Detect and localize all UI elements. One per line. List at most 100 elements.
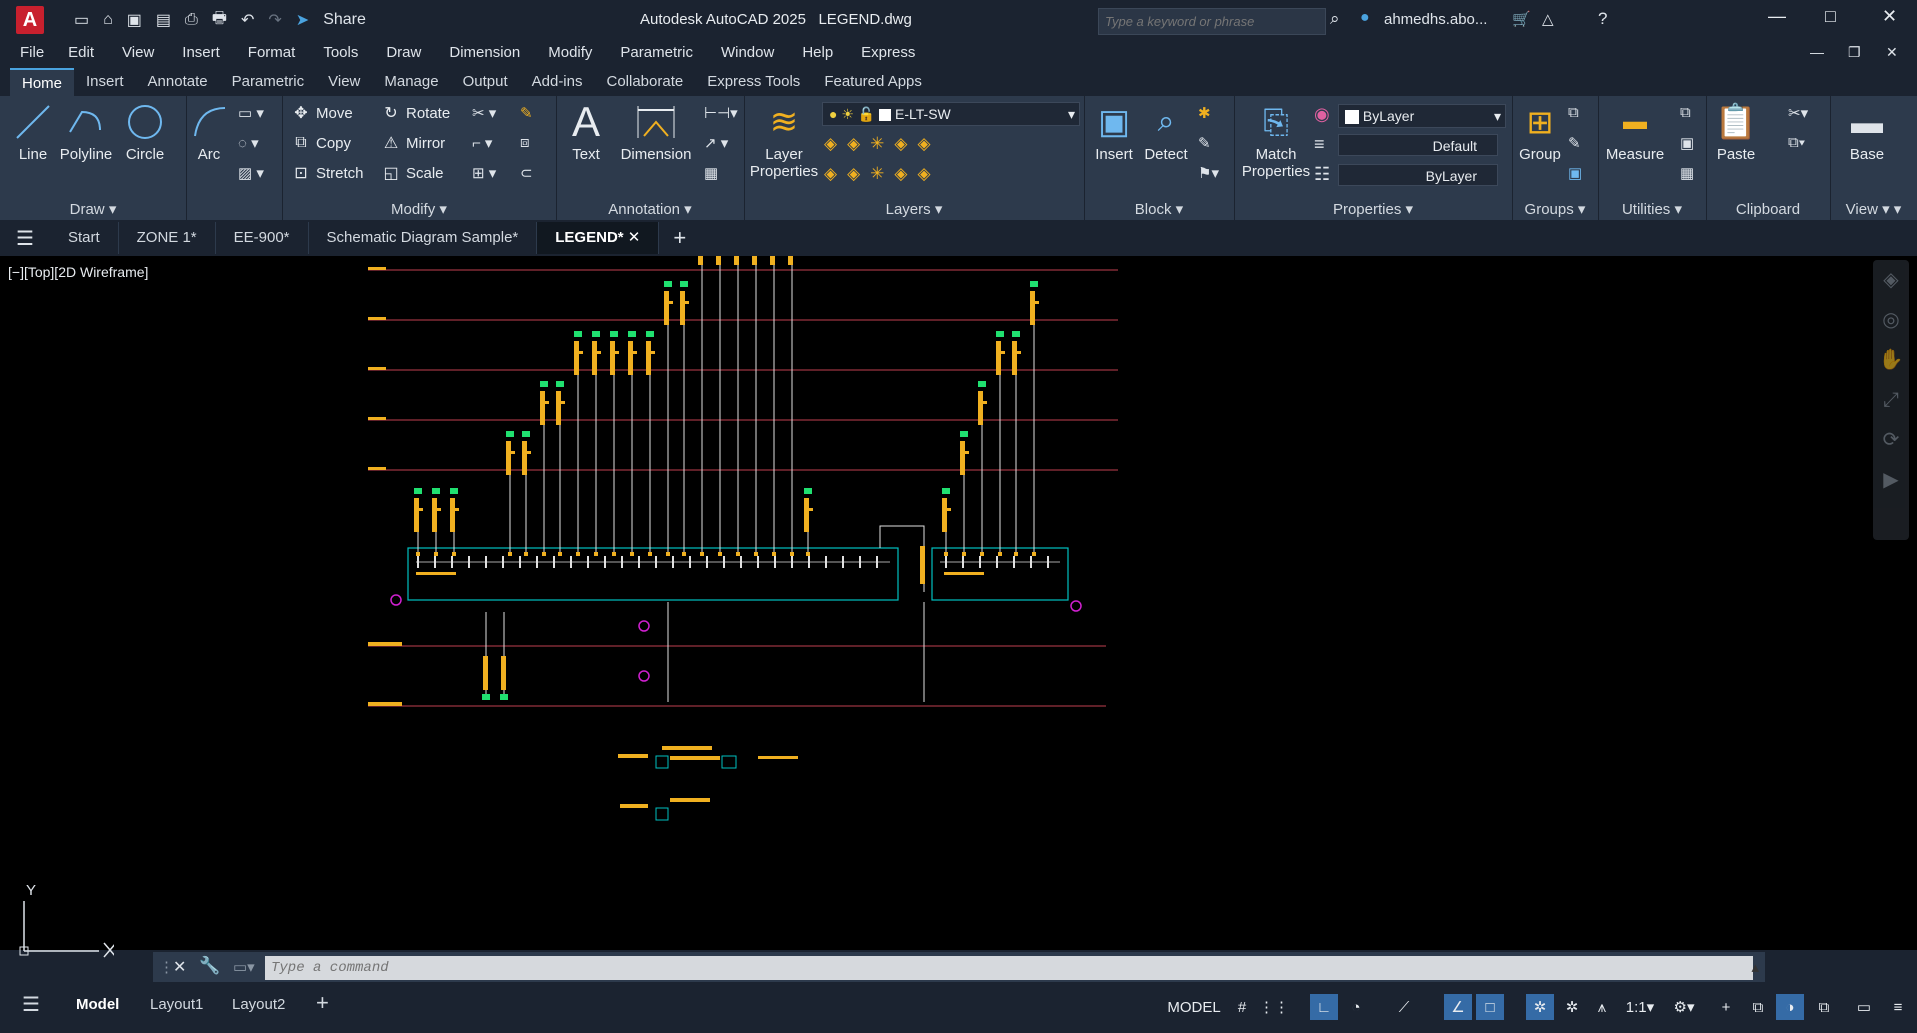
command-input[interactable]: [265, 956, 1753, 980]
layout-tab-model[interactable]: Model: [76, 996, 119, 1013]
array-icon[interactable]: ⊞ ▾: [472, 164, 496, 182]
model-space-button[interactable]: MODEL: [1166, 994, 1222, 1020]
annotation-panel-title[interactable]: Annotation: [608, 201, 680, 218]
showmotion-icon[interactable]: ▶: [1873, 460, 1909, 500]
lineweight-icon[interactable]: ≡: [1314, 134, 1325, 155]
navigation-bar[interactable]: ◈ ◎ ✋ ⤢ ⟳ ▶: [1873, 260, 1909, 540]
view-panel-title[interactable]: View: [1846, 201, 1878, 218]
move-button[interactable]: ✥ Move: [292, 104, 352, 123]
menu-item-window[interactable]: Window: [707, 40, 788, 66]
ribbon-tab-collaborate[interactable]: Collaborate: [594, 68, 695, 96]
group-button[interactable]: ⊞ Group: [1516, 100, 1564, 163]
groups-panel-title[interactable]: Groups: [1525, 201, 1574, 218]
ortho-icon[interactable]: ∟: [1310, 994, 1338, 1020]
isolate-icon[interactable]: ⧉: [1744, 994, 1772, 1020]
add-scale-icon[interactable]: +: [1712, 994, 1740, 1020]
cut-icon[interactable]: ✂▾: [1788, 104, 1808, 122]
layer-properties-button[interactable]: ≋ Layer Properties: [748, 100, 820, 181]
menu-item-format[interactable]: Format: [234, 40, 310, 66]
menu-item-help[interactable]: Help: [788, 40, 847, 66]
hamburger-icon[interactable]: ☰: [0, 226, 50, 251]
share-button[interactable]: Share: [323, 11, 366, 29]
drawing-canvas[interactable]: [−][Top][2D Wireframe] ◈ ◎ ✋ ⤢ ⟳ ▶ Y: [0, 256, 1917, 958]
customize-icon[interactable]: 🔧: [199, 956, 220, 976]
snap-icon[interactable]: ⋮⋮: [1259, 994, 1289, 1020]
annotation-visibility-icon[interactable]: ✲: [1526, 994, 1554, 1020]
ribbon-tab-home[interactable]: Home: [10, 68, 75, 96]
file-tab-5[interactable]: LEGEND* ✕: [537, 222, 660, 254]
base-button[interactable]: ▬ Base: [1842, 100, 1892, 164]
close-cmd-icon[interactable]: ✕: [173, 957, 186, 977]
search-input[interactable]: [1099, 9, 1322, 34]
object-snap-tracking-icon[interactable]: ∠: [1444, 994, 1472, 1020]
expand-history-icon[interactable]: ▴: [1751, 958, 1759, 976]
layer-tools-row1[interactable]: ◈◈✳◈◈: [824, 134, 941, 154]
attribute-icon[interactable]: ⚑▾: [1198, 164, 1219, 182]
quick-select-icon[interactable]: ⧉: [1680, 104, 1691, 121]
hardware-acceleration-icon[interactable]: ◑: [1776, 994, 1804, 1020]
autoscale-icon[interactable]: ✲: [1558, 994, 1586, 1020]
detect-button[interactable]: ⌕ Detect: [1138, 100, 1194, 163]
match-properties-button[interactable]: ⎘ Match Properties: [1240, 100, 1312, 181]
share-icon[interactable]: ➤: [296, 10, 309, 30]
layer-tools-row2[interactable]: ◈◈✳◈◈: [824, 164, 941, 184]
file-tab-2[interactable]: ZONE 1*: [119, 222, 216, 254]
polar-icon[interactable]: ◔: [1342, 994, 1370, 1020]
orbit-icon[interactable]: ⟳: [1873, 420, 1909, 460]
ribbon-tab-output[interactable]: Output: [451, 68, 520, 96]
create-block-icon[interactable]: ✱: [1198, 104, 1211, 122]
properties-panel-title[interactable]: Properties: [1333, 201, 1401, 218]
color-dropdown[interactable]: ByLayer ▾: [1338, 104, 1506, 128]
menu-item-tools[interactable]: Tools: [309, 40, 372, 66]
offset-icon[interactable]: ⊂: [520, 164, 533, 182]
user-name[interactable]: ahmedhs.abo...: [1384, 11, 1487, 28]
scale-dropdown[interactable]: 1:1 ▾: [1620, 994, 1660, 1020]
help-icon[interactable]: ?: [1598, 9, 1607, 29]
new-icon[interactable]: ▭: [74, 10, 89, 30]
print-icon[interactable]: 🖶: [212, 7, 227, 34]
layers-panel-title[interactable]: Layers: [886, 201, 931, 218]
ungroup-icon[interactable]: ⧉: [1568, 104, 1579, 121]
gradient-icon[interactable]: ▨ ▾: [238, 164, 264, 182]
doc-minimize-icon[interactable]: —: [1810, 44, 1824, 60]
close-icon[interactable]: ✕: [1882, 6, 1897, 27]
group-select-icon[interactable]: ▣: [1568, 164, 1582, 182]
dimension-button[interactable]: Dimension: [616, 100, 696, 163]
ribbon-tab-insert[interactable]: Insert: [74, 68, 136, 96]
ribbon-tab-manage[interactable]: Manage: [372, 68, 450, 96]
autocad-logo[interactable]: A: [16, 6, 44, 34]
menu-item-view[interactable]: View: [108, 40, 168, 66]
table-icon[interactable]: ▦: [704, 164, 718, 182]
lineweight-dropdown[interactable]: Default: [1338, 134, 1498, 156]
erase-icon[interactable]: ✎: [520, 104, 533, 122]
rectangle-icon[interactable]: ▭ ▾: [238, 104, 264, 122]
group-edit-icon[interactable]: ✎: [1568, 134, 1581, 152]
ribbon-tab-add-ins[interactable]: Add-ins: [520, 68, 595, 96]
file-tab-1[interactable]: Start: [50, 222, 119, 254]
calculator-icon[interactable]: ▦: [1680, 164, 1694, 182]
file-tab-4[interactable]: Schematic Diagram Sample*: [309, 222, 538, 254]
ribbon-tab-featured-apps[interactable]: Featured Apps: [812, 68, 934, 96]
plot-icon[interactable]: ⎙: [185, 11, 198, 29]
close-tab-icon[interactable]: ✕: [624, 229, 641, 246]
undo-icon[interactable]: ↶: [241, 10, 254, 30]
doc-close-icon[interactable]: ✕: [1886, 44, 1898, 61]
clipboard-panel-title[interactable]: Clipboard: [1736, 201, 1800, 218]
scale-button[interactable]: ◱ Scale: [382, 164, 443, 183]
file-tab-3[interactable]: EE-900*: [216, 222, 309, 254]
linetype-icon[interactable]: ☷: [1314, 164, 1330, 185]
circle-button[interactable]: Circle: [120, 100, 170, 163]
search-icon[interactable]: ⌕: [1330, 9, 1340, 29]
zoom-icon[interactable]: ⤢: [1873, 380, 1909, 420]
doc-restore-icon[interactable]: ❐: [1848, 44, 1861, 61]
block-panel-title[interactable]: Block: [1135, 201, 1172, 218]
layout-tab-layout1[interactable]: Layout1: [150, 996, 203, 1013]
rotate-button[interactable]: ↻ Rotate: [382, 104, 450, 123]
recent-commands-icon[interactable]: ▭▾: [233, 958, 255, 976]
linear-dim-icon[interactable]: ⊢⊣▾: [704, 104, 738, 122]
layout-menu-icon[interactable]: ☰: [22, 992, 40, 1017]
paste-button[interactable]: 📋 Paste: [1712, 100, 1760, 163]
color-wheel-icon[interactable]: ◉: [1314, 104, 1330, 125]
measure-button[interactable]: ▬ Measure: [1602, 100, 1668, 163]
ribbon-tab-express-tools[interactable]: Express Tools: [695, 68, 812, 96]
